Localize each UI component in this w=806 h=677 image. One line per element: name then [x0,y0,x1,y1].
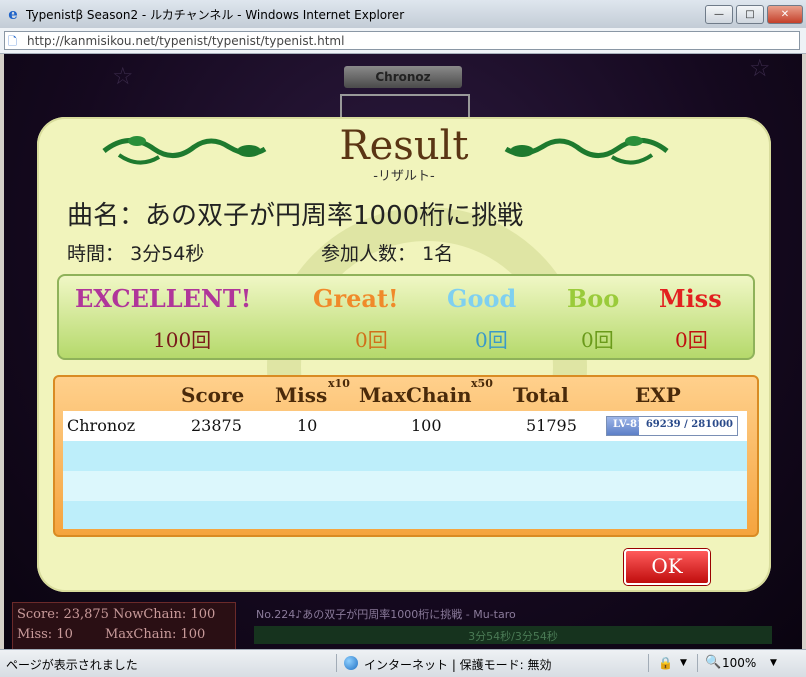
col-score: Score [181,383,245,407]
table-row [63,471,747,501]
player-tab: Chronoz [344,66,462,88]
score-table: Score Miss x10 MaxChain x50 Total EXP Ch… [53,375,759,537]
col-maxchain: MaxChain [359,383,472,407]
grade-good-count: 0回 [475,328,508,352]
player-exp: 69239 / 281000 [645,419,733,430]
grade-great-count: 0回 [355,328,388,352]
maximize-button[interactable]: □ [736,5,764,24]
close-button[interactable]: ✕ [767,5,803,24]
hud-time-bar: 3分54秒/3分54秒 [254,626,772,644]
result-subtitle: -リザルト- [373,169,435,184]
minimize-button[interactable]: — [705,5,733,24]
grade-great-label: Great! [313,284,399,313]
time-line: 時間： 3分54秒 [67,239,204,266]
status-text: ページが表示されました [6,658,138,672]
star-icon: ☆ [112,62,134,90]
table-row: Chronoz 23875 10 100 51795 LV-81 69239 /… [63,411,747,441]
security-zone[interactable]: インターネット | 保護モード: 無効 [364,656,552,673]
title-bar: e Typenistβ Season2 - ルカチャンネル - Windows … [0,0,806,29]
ok-button[interactable]: OK [624,549,710,585]
url-field[interactable]: 🗋 http://kanmisikou.net/typenist/typenis… [4,31,800,50]
player-level: LV-81 [613,419,644,430]
chevron-down-icon[interactable]: ▼ [770,658,777,668]
player-name: Chronoz [67,416,136,435]
time-label: 時間： [67,243,125,265]
player-total: 51795 [526,416,577,435]
player-score: 23875 [191,416,242,435]
players-value: 1名 [422,243,454,265]
score-hud: Score: 23,875 NowChain: 100 Miss: 10 Max… [12,602,236,649]
exp-progress-bar: LV-81 69239 / 281000 [606,416,738,436]
grade-excellent-count: 100回 [153,328,212,352]
players-label: 参加人数： [321,243,417,265]
col-miss: Miss [275,383,328,407]
status-divider [697,654,698,672]
grade-good-label: Good [447,284,517,313]
grade-excellent-label: EXCELLENT! [75,284,252,313]
star-icon: ☆ [749,54,771,82]
lock-icon[interactable]: 🔒 [658,656,673,670]
result-dialog: Result -リザルト- 曲名：あの双子が円周率1000桁に挑戦 時間： 3分… [37,117,771,592]
status-bar: ページが表示されました インターネット | 保護モード: 無効 🔒 ▼ 🔍 10… [0,649,806,677]
page-viewport: ☆ ☆ Chronoz Result -リザルト- 曲名：あの双子が円周率100… [4,54,802,649]
grade-miss-label: Miss [659,284,722,313]
hud-score: Score: 23,875 [17,607,109,622]
players-line: 参加人数： 1名 [321,239,453,266]
grade-panel: EXCELLENT! Great! Good Boo Miss 100回 0回 … [57,274,755,360]
table-row [63,441,747,471]
status-divider [336,654,337,672]
hud-nowchain: NowChain: 100 [113,607,216,622]
ie-logo-icon: e [8,5,18,23]
song-label: 曲名： [67,201,146,231]
col-total: Total [513,383,569,407]
zoom-level[interactable]: 100% [722,656,756,670]
song-name: あの双子が円周率1000桁に挑戦 [145,201,524,231]
grade-boo-count: 0回 [581,328,614,352]
page-icon: 🗋 [8,35,17,48]
time-value: 3分54秒 [130,243,205,265]
window-title: Typenistβ Season2 - ルカチャンネル - Windows In… [26,8,405,22]
player-miss: 10 [297,416,318,435]
score-rows: Chronoz 23875 10 100 51795 LV-81 69239 /… [63,411,747,529]
url-text: http://kanmisikou.net/typenist/typenist/… [27,34,345,48]
result-title: Result [339,123,469,169]
address-bar: 🗋 http://kanmisikou.net/typenist/typenis… [0,28,806,54]
player-maxchain: 100 [411,416,442,435]
col-miss-multiplier: x10 [328,377,350,390]
col-exp: EXP [635,383,681,407]
song-line: 曲名：あの双子が円周率1000桁に挑戦 [67,195,523,232]
hud-maxchain: MaxChain: 100 [105,627,206,642]
hud-time-text: 3分54秒/3分54秒 [468,630,558,643]
grade-miss-count: 0回 [675,328,708,352]
zoom-icon[interactable]: 🔍 [705,655,721,670]
chevron-down-icon[interactable]: ▼ [680,658,687,668]
status-divider [648,654,649,672]
col-maxchain-multiplier: x50 [471,377,493,390]
hud-song-title: No.224♪あの双子が円周率1000桁に挑戦 - Mu-taro [256,608,516,621]
hud-miss: Miss: 10 [17,627,73,642]
grade-boo-label: Boo [567,284,620,313]
globe-icon [344,656,358,670]
table-row [63,501,747,529]
